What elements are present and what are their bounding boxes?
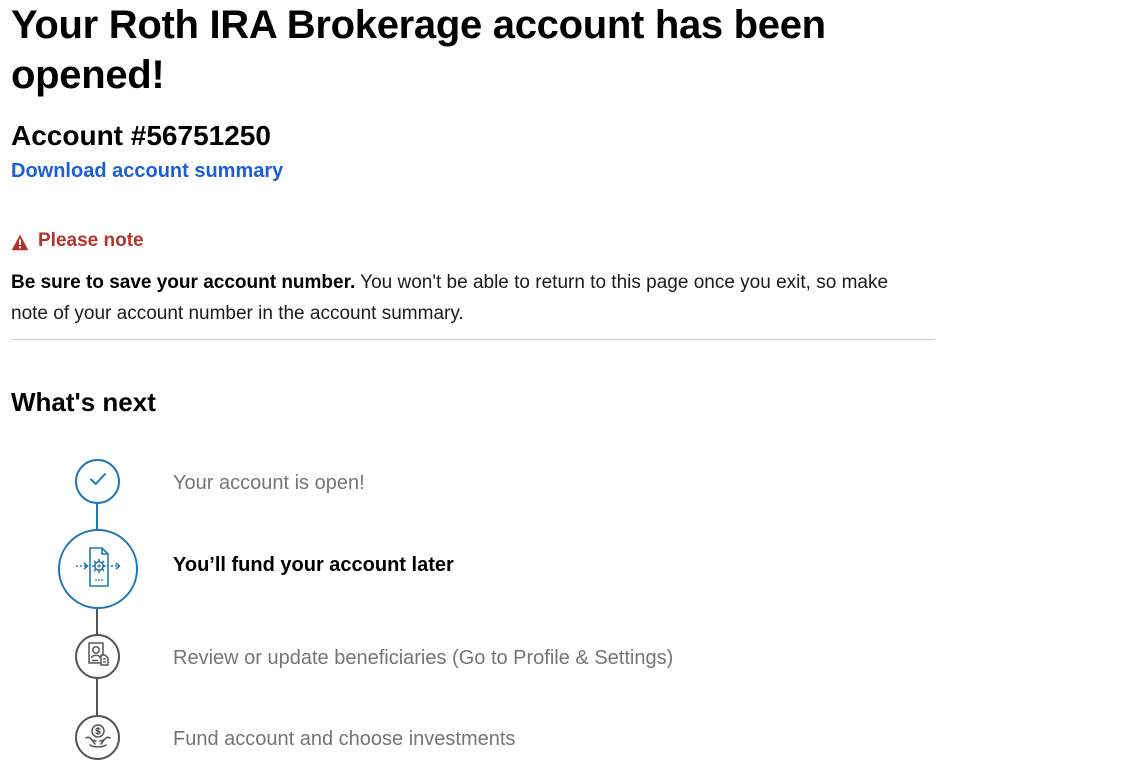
please-note-heading: Please note bbox=[11, 228, 144, 254]
account-opened-page: Your Roth IRA Brokerage account has been… bbox=[0, 0, 1127, 778]
warning-icon bbox=[11, 233, 29, 250]
section-divider bbox=[11, 339, 934, 340]
download-account-summary-link[interactable]: Download account summary bbox=[11, 157, 283, 185]
step-label-fund-later: You’ll fund your account later bbox=[173, 554, 454, 576]
hands-money-icon bbox=[84, 721, 112, 754]
please-note-body: Be sure to save your account number. You… bbox=[11, 267, 921, 329]
please-note-label: Please note bbox=[38, 230, 144, 251]
timeline-connector bbox=[96, 608, 98, 635]
whats-next-heading: What's next bbox=[11, 387, 156, 417]
step-label-beneficiaries: Review or update beneficiaries (Go to Pr… bbox=[173, 647, 674, 669]
note-emphasis: Be sure to save your account number. bbox=[11, 272, 356, 293]
step-upcoming-marker bbox=[75, 634, 120, 679]
step-current-marker bbox=[58, 529, 138, 609]
page-title: Your Roth IRA Brokerage account has been… bbox=[11, 3, 826, 97]
step-label-account-open: Your account is open! bbox=[173, 472, 365, 494]
check-icon bbox=[89, 472, 107, 491]
step-upcoming-marker bbox=[75, 715, 120, 760]
step-label-fund-and-invest: Fund account and choose investments bbox=[173, 728, 516, 750]
document-gear-icon bbox=[73, 545, 123, 594]
timeline-connector bbox=[96, 678, 98, 716]
beneficiary-icon bbox=[84, 640, 112, 673]
step-complete-marker bbox=[75, 459, 120, 504]
timeline-connector bbox=[96, 503, 98, 530]
account-number: Account #56751250 bbox=[11, 120, 271, 151]
